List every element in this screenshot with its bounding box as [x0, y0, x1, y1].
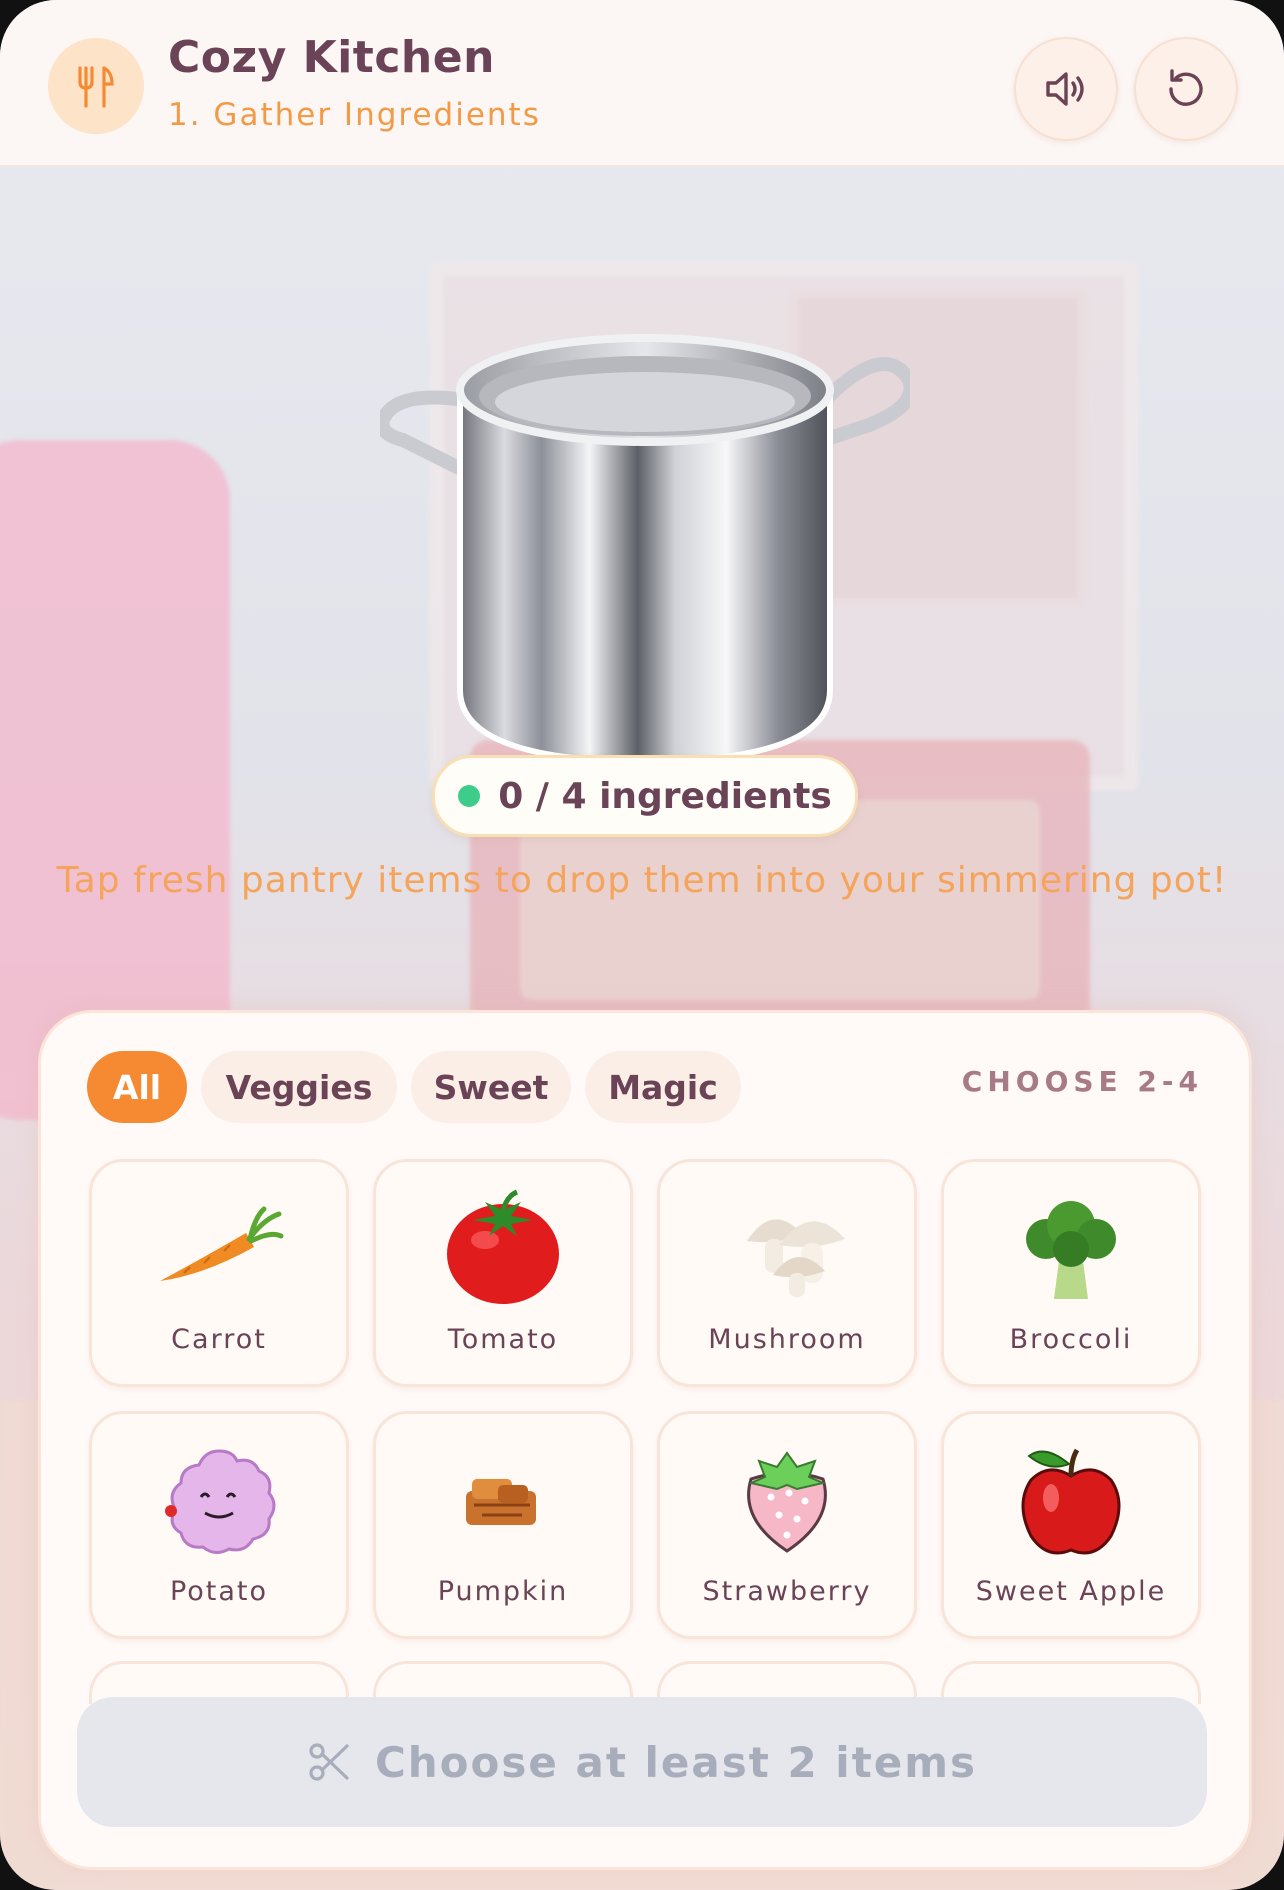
ingredient-label: Broccoli	[1009, 1324, 1133, 1355]
ingredient-label: Mushroom	[708, 1324, 866, 1355]
tab-magic[interactable]: Magic	[585, 1051, 741, 1123]
tab-sweet[interactable]: Sweet	[411, 1051, 571, 1123]
app-screen: Cozy Kitchen 1. Gather Ingredients 0 / 4…	[0, 0, 1284, 1890]
carrot-icon	[160, 1206, 284, 1281]
reset-button[interactable]	[1134, 37, 1238, 141]
pumpkin-icon	[466, 1479, 536, 1525]
pantry-panel: All Veggies Sweet Magic CHOOSE 2-4 Carro…	[38, 1010, 1252, 1870]
strawberry-icon	[747, 1451, 827, 1553]
restart-icon	[1169, 69, 1203, 106]
ingredient-card-mushroom[interactable]: Mushroom	[657, 1159, 917, 1387]
sound-button[interactable]	[1014, 37, 1118, 141]
tab-veggies[interactable]: Veggies	[201, 1051, 397, 1123]
ingredient-label: Potato	[169, 1576, 269, 1607]
fork-knife-icon	[48, 38, 144, 134]
ingredient-card-strawberry[interactable]: Strawberry	[657, 1411, 917, 1639]
ingredient-label: Strawberry	[702, 1576, 872, 1607]
ingredient-label: Sweet Apple	[975, 1576, 1167, 1607]
ingredient-card-pumpkin[interactable]: Pumpkin	[373, 1411, 633, 1639]
ingredient-card-carrot[interactable]: Carrot	[89, 1159, 349, 1387]
header-bar: Cozy Kitchen 1. Gather Ingredients	[0, 0, 1284, 167]
instruction-hint: Tap fresh pantry items to drop them into…	[56, 860, 1228, 901]
choose-count-label: CHOOSE 2-4	[961, 1065, 1203, 1098]
tomato-icon	[447, 1189, 559, 1304]
scissors-icon	[309, 1743, 349, 1781]
broccoli-icon	[1026, 1201, 1116, 1299]
cooking-pot-icon	[380, 334, 910, 766]
status-dot	[458, 785, 481, 807]
step-subtitle: 1. Gather Ingredients	[168, 97, 541, 133]
ingredient-count-text: 0 / 4 ingredients	[498, 775, 832, 817]
potato-icon	[165, 1449, 276, 1554]
cook-button-label: Choose at least 2 items	[374, 1737, 978, 1787]
ingredient-label: Tomato	[447, 1324, 559, 1355]
ingredient-label: Pumpkin	[437, 1576, 569, 1607]
ingredient-card-sweet-apple[interactable]: Sweet Apple	[941, 1411, 1201, 1639]
app-title: Cozy Kitchen	[168, 32, 495, 83]
ingredient-card-potato[interactable]: Potato	[89, 1411, 349, 1639]
apple-icon	[1021, 1448, 1121, 1555]
mushroom-icon	[747, 1219, 845, 1297]
ingredient-card-tomato[interactable]: Tomato	[373, 1159, 633, 1387]
tab-all[interactable]: All	[87, 1051, 187, 1123]
speaker-icon	[1046, 72, 1084, 106]
ingredient-card-broccoli[interactable]: Broccoli	[941, 1159, 1201, 1387]
ingredient-label: Carrot	[171, 1324, 267, 1355]
ingredient-counter: 0 / 4 ingredients	[432, 755, 858, 837]
cook-button[interactable]: Choose at least 2 items	[77, 1697, 1207, 1827]
